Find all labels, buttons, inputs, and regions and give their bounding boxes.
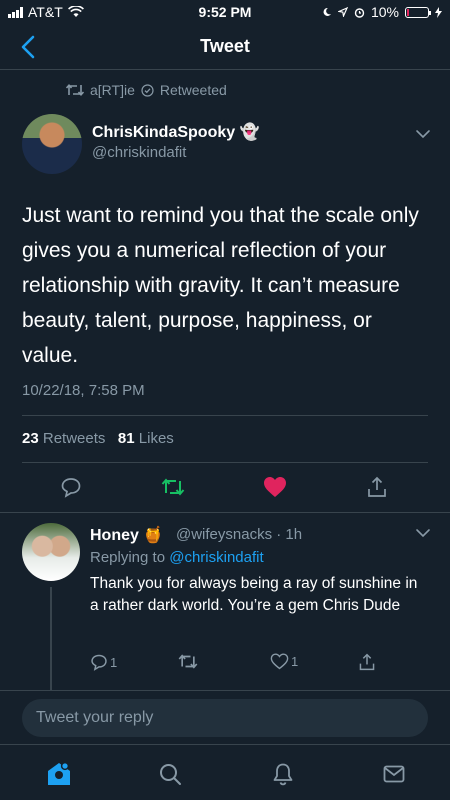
- moon-icon: [323, 7, 331, 16]
- reply-bubble-icon: [61, 478, 81, 498]
- share-icon: [359, 653, 375, 671]
- likes-stat[interactable]: 81 Likes: [118, 430, 174, 447]
- tweet-stats: 23 Retweets 81 Likes: [22, 430, 174, 447]
- heart-icon: [264, 477, 286, 497]
- divider: [22, 415, 428, 416]
- replying-to: Replying to @chriskindafit: [90, 549, 264, 566]
- share-button[interactable]: [364, 474, 390, 500]
- home-icon: [48, 761, 70, 785]
- alarm-icon: [354, 7, 365, 18]
- charging-bolt-icon: [435, 6, 442, 18]
- like-button[interactable]: [262, 474, 288, 500]
- status-right: 10%: [322, 4, 442, 20]
- compose-bar: [0, 690, 450, 744]
- reply-input[interactable]: [22, 699, 428, 737]
- nav-header: Tweet: [0, 24, 450, 70]
- reply-handle-time[interactable]: @wifeysnacks · 1h: [176, 526, 302, 543]
- retweet-icon: [178, 654, 198, 669]
- author-avatar[interactable]: [22, 114, 82, 174]
- tab-search[interactable]: [157, 761, 183, 787]
- ghost-emoji-icon: 👻: [239, 124, 260, 141]
- retweeted-by[interactable]: a[RT]ie Retweeted: [66, 82, 227, 98]
- reply-retweet-button[interactable]: [178, 653, 198, 670]
- tweet-actions: [0, 470, 450, 506]
- page-title: Tweet: [200, 36, 250, 56]
- search-icon: [160, 764, 181, 785]
- divider: [22, 462, 428, 463]
- author-handle[interactable]: @chriskindafit: [92, 144, 186, 161]
- tab-home[interactable]: [46, 761, 72, 787]
- retweet-button[interactable]: [160, 474, 186, 500]
- thread-line: [50, 587, 52, 693]
- battery-icon: [405, 6, 431, 18]
- reply-bubble-icon: [91, 654, 107, 671]
- retweet-icon: [161, 478, 185, 496]
- status-bar: AT&T 9:52 PM 10%: [0, 0, 450, 24]
- verified-check-icon: [141, 83, 154, 97]
- retweet-icon: [66, 83, 84, 97]
- tweet-author: ChrisKindaSpooky 👻 @chriskindafit: [22, 114, 432, 176]
- retweets-stat[interactable]: 23 Retweets: [22, 430, 105, 447]
- retweeted-suffix: Retweeted: [159, 82, 227, 98]
- chevron-down-icon[interactable]: [414, 128, 432, 140]
- reply-actions: 1 1: [90, 653, 390, 677]
- tab-notifications[interactable]: [270, 761, 296, 787]
- reply-button[interactable]: [58, 474, 84, 500]
- reply-reply-button[interactable]: 1: [90, 653, 117, 671]
- bell-icon: [273, 763, 293, 786]
- reply-avatar[interactable]: [22, 523, 80, 581]
- reply-like-button[interactable]: 1: [270, 653, 298, 670]
- reply-tweet[interactable]: Honey 🍯 @wifeysnacks · 1h Replying to @c…: [0, 512, 450, 693]
- heart-outline-icon: [270, 653, 289, 670]
- tab-messages[interactable]: [381, 761, 407, 787]
- location-arrow-icon: [337, 7, 348, 17]
- tweet-text: Just want to remind you that the scale o…: [22, 204, 419, 367]
- retweeter-name: a[RT]ie: [90, 82, 135, 98]
- tweet-timestamp: 10/22/18, 7:58 PM: [22, 382, 145, 399]
- battery-percent: 10%: [370, 4, 399, 20]
- reply-like-count: 1: [291, 654, 299, 669]
- chevron-down-icon[interactable]: [414, 527, 432, 539]
- replying-to-handle-link[interactable]: @chriskindafit: [169, 549, 263, 566]
- reply-reply-count: 1: [110, 654, 118, 670]
- reply-share-button[interactable]: [358, 653, 376, 671]
- mail-icon: [383, 765, 405, 783]
- reply-author-name[interactable]: Honey 🍯: [90, 525, 163, 545]
- share-icon: [368, 476, 386, 497]
- honey-pot-emoji-icon: 🍯: [143, 527, 164, 544]
- reply-text: Thank you for always being a ray of suns…: [90, 575, 418, 614]
- bottom-tab-bar: [0, 744, 450, 800]
- author-name[interactable]: ChrisKindaSpooky 👻: [92, 122, 260, 142]
